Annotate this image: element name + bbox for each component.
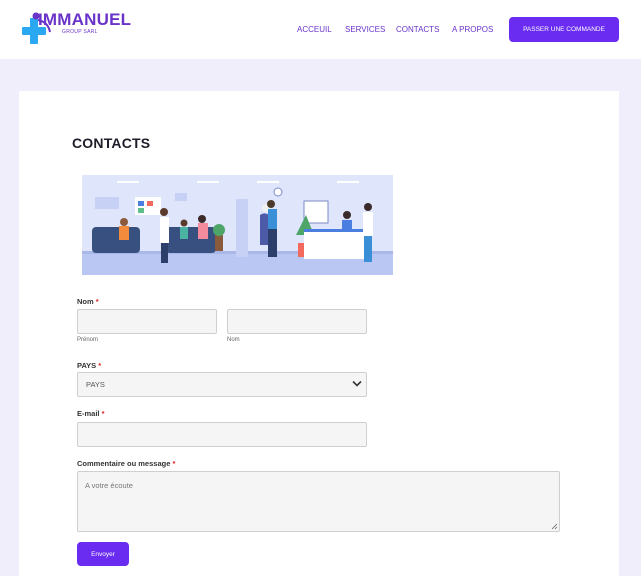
resize-handle-icon[interactable]: [551, 523, 558, 530]
nav-item-a-propos[interactable]: A PROPOS: [452, 25, 493, 34]
first-name-input[interactable]: [77, 309, 217, 334]
chevron-down-icon: [352, 380, 362, 387]
email-label: E-mail *: [77, 409, 105, 418]
last-name-input[interactable]: [227, 309, 367, 334]
contact-card: CONTACTS Nom * Prénom Nom PAYS * PAYS E-…: [19, 91, 619, 576]
submit-button[interactable]: Envoyer: [77, 542, 129, 566]
country-label: PAYS *: [77, 361, 102, 370]
nav-item-contacts[interactable]: CONTACTS: [396, 25, 439, 34]
place-order-button[interactable]: PASSER UNE COMMANDE: [509, 17, 619, 42]
nav-item-acceuil[interactable]: ACCEUIL: [297, 25, 332, 34]
site-header: IMMANUEL GROUP SARL ACCEUIL SERVICES CON…: [0, 0, 641, 59]
name-label: Nom *: [77, 297, 99, 306]
country-selected-value: PAYS: [86, 380, 105, 389]
brand-subtitle: GROUP SARL: [62, 29, 98, 35]
message-label: Commentaire ou message *: [77, 459, 176, 468]
page-title: CONTACTS: [72, 135, 151, 151]
clinic-waiting-room-illustration: [82, 175, 393, 275]
message-placeholder: A votre écoute: [85, 481, 133, 490]
email-field[interactable]: [77, 422, 367, 447]
last-name-sublabel: Nom: [227, 337, 240, 343]
nav-item-services[interactable]: SERVICES: [345, 25, 385, 34]
brand-name: IMMANUEL: [38, 10, 132, 29]
first-name-sublabel: Prénom: [77, 337, 99, 343]
country-select[interactable]: PAYS: [77, 372, 367, 397]
message-textarea[interactable]: A votre écoute: [77, 471, 560, 532]
